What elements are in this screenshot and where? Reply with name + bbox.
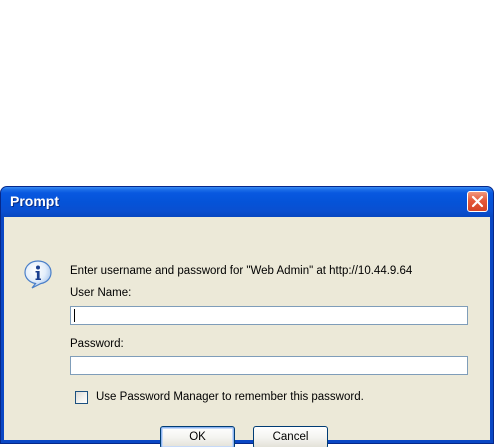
username-input[interactable] (70, 306, 468, 325)
close-button[interactable] (467, 191, 488, 212)
prompt-dialog: Prompt Enter username and password for "… (0, 186, 494, 447)
ok-button[interactable]: OK (160, 426, 235, 447)
password-input[interactable] (70, 356, 468, 375)
prompt-message: Enter username and password for "Web Adm… (70, 265, 413, 277)
cancel-button[interactable]: Cancel (253, 426, 328, 447)
dialog-body: Enter username and password for "Web Adm… (4, 217, 490, 447)
info-icon (24, 260, 52, 289)
username-label: User Name: (70, 287, 132, 299)
close-icon (471, 195, 484, 208)
dialog-title: Prompt (10, 193, 59, 209)
remember-password-label[interactable]: Use Password Manager to remember this pa… (96, 391, 364, 403)
text-caret (74, 309, 75, 322)
remember-password-checkbox[interactable] (75, 391, 88, 404)
title-bar[interactable]: Prompt (1, 187, 493, 217)
password-label: Password: (70, 338, 124, 350)
page: Prompt Enter username and password for "… (0, 0, 498, 447)
